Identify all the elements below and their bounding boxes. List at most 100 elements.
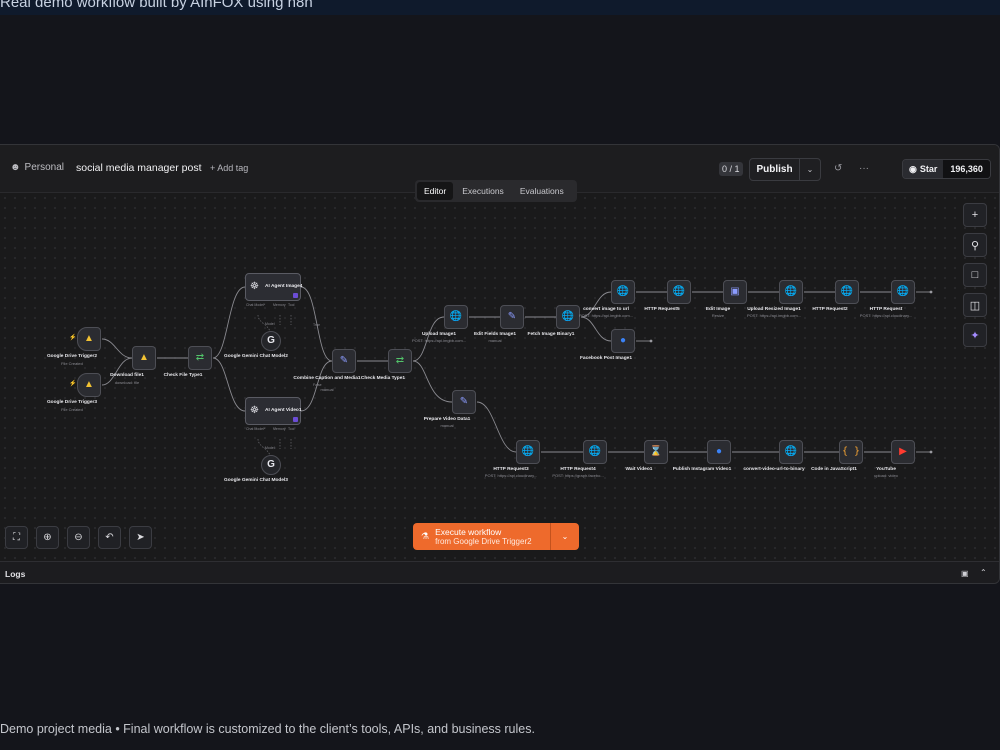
combine-caption-node[interactable]: ✎ xyxy=(332,349,356,373)
http-request4-node[interactable]: 🌐 xyxy=(583,440,607,464)
undo-button[interactable]: ↶ xyxy=(98,526,121,549)
http-request4-sub: POST: https://graph.facebo... xyxy=(552,473,604,478)
http-request2-node[interactable]: 🌐 xyxy=(835,280,859,304)
workflow-canvas[interactable]: ⚡ ▲ Google Drive Trigger2 File Created ⚡… xyxy=(0,193,999,561)
fetch-image-binary1-label: Fetch Image Binary1 xyxy=(527,332,575,337)
youtube-node[interactable]: ▶ xyxy=(891,440,915,464)
fit-view-button[interactable]: ⛶ xyxy=(5,526,28,549)
ai-agent-image-node[interactable]: ☸ AI Agent Image4 xyxy=(245,273,302,301)
code-braces-icon: { } xyxy=(841,446,861,457)
prepare-video-data-label: Prepare Video Data1 xyxy=(423,417,471,422)
panel-icon: ◫ xyxy=(969,299,981,312)
chevron-down-icon[interactable]: ⌄ xyxy=(800,165,820,174)
youtube-icon: ▶ xyxy=(899,446,907,457)
zoom-out-button[interactable]: ⊖ xyxy=(67,526,90,549)
globe-icon: 🌐 xyxy=(588,446,602,457)
upload-resized-image-sub: POST: https://api.imgbb.com... xyxy=(746,313,802,318)
top-banner: Real demo workflow built by AInFOX using… xyxy=(0,0,1000,15)
google-icon: G xyxy=(267,459,275,470)
workflow-title[interactable]: social media manager post xyxy=(76,162,201,174)
execute-workflow-button[interactable]: ⚗ Execute workflow from Google Drive Tri… xyxy=(413,523,579,550)
google-drive-trigger2-node[interactable]: ▲ xyxy=(77,327,101,351)
chat-model-port: Chat Model* xyxy=(246,427,266,431)
screenshot-root: Real demo workflow built by AInFOX using… xyxy=(0,0,1000,750)
google-drive-icon: ▲ xyxy=(139,352,149,363)
search-nodes-button[interactable]: ⚲ xyxy=(963,233,987,257)
model-sub-label: Model xyxy=(265,446,275,450)
view-tabs: Editor Executions Evaluations xyxy=(415,180,577,202)
check-file-type1-node[interactable]: ⇄ xyxy=(188,346,212,370)
facebook-post-image-node[interactable]: ● xyxy=(611,329,635,353)
gemini-model2-node[interactable]: G xyxy=(261,331,281,351)
code-js1-node[interactable]: { } xyxy=(839,440,863,464)
image-icon: ▣ xyxy=(730,286,740,297)
github-star-button[interactable]: ◉ Star xyxy=(903,160,944,178)
facebook-icon: ● xyxy=(619,335,627,346)
cursor-icon: ➤ xyxy=(136,532,145,543)
ai-agent-video-label: AI Agent Video1 xyxy=(265,408,302,413)
http-request5-node[interactable]: 🌐 xyxy=(667,280,691,304)
popout-icon[interactable]: ▣ xyxy=(961,569,969,578)
execute-text: Execute workflow from Google Drive Trigg… xyxy=(435,527,531,547)
chevron-down-icon[interactable]: ⌄ xyxy=(551,523,579,550)
facebook-icon: ● xyxy=(715,446,723,457)
http-request-label: HTTP Request xyxy=(869,307,903,312)
panel-toggle-button[interactable]: ◫ xyxy=(963,293,987,317)
edit-icon: ✎ xyxy=(459,396,469,407)
youtube-sub: upload: video xyxy=(874,473,898,478)
edge-true-label: True xyxy=(313,323,321,327)
convert-image-url-node[interactable]: 🌐 xyxy=(611,280,635,304)
robot-icon: ☸ xyxy=(250,281,259,292)
n8n-editor-window: ☻ Personal social media manager post + A… xyxy=(0,144,1000,584)
edit-fields-image1-node[interactable]: ✎ xyxy=(500,305,524,329)
switch-icon: ⇄ xyxy=(195,352,205,363)
http-request-node[interactable]: 🌐 xyxy=(891,280,915,304)
upload-resized-image-node[interactable]: 🌐 xyxy=(779,280,803,304)
ai-assistant-button[interactable]: ✦ xyxy=(963,323,987,347)
add-tag-button[interactable]: + Add tag xyxy=(210,163,248,173)
add-node-button[interactable]: + xyxy=(963,203,987,227)
download-file1-node[interactable]: ▲ xyxy=(132,346,156,370)
breadcrumb[interactable]: ☻ Personal xyxy=(10,162,64,173)
gemini-model3-node[interactable]: G xyxy=(261,455,281,475)
prepare-video-data-node[interactable]: ✎ xyxy=(452,390,476,414)
logs-bar[interactable]: Logs ▣ ⌃ xyxy=(0,561,999,583)
upload-image1-node[interactable]: 🌐 xyxy=(444,305,468,329)
convert-video-url-node[interactable]: 🌐 xyxy=(779,440,803,464)
flask-icon: ⚗ xyxy=(421,531,430,541)
globe-icon: 🌐 xyxy=(672,286,686,297)
execute-main[interactable]: ⚗ Execute workflow from Google Drive Tri… xyxy=(413,523,551,550)
globe-icon: 🌐 xyxy=(521,446,535,457)
download-file1-sub: download: file xyxy=(114,380,140,385)
http-request-sub: POST: https://api.cloudinary... xyxy=(859,313,913,318)
tab-editor[interactable]: Editor xyxy=(417,182,454,200)
tab-evaluations[interactable]: Evaluations xyxy=(513,182,571,200)
zoom-in-button[interactable]: ⊕ xyxy=(36,526,59,549)
publish-instagram-video-node[interactable]: ● xyxy=(707,440,731,464)
sticky-note-button[interactable]: □ xyxy=(963,263,987,287)
execute-title: Execute workflow xyxy=(435,526,502,537)
edit-image-node[interactable]: ▣ xyxy=(723,280,747,304)
http-request3-node[interactable]: 🌐 xyxy=(516,440,540,464)
wait-video1-node[interactable]: ⌛ xyxy=(644,440,668,464)
publish-label: Publish xyxy=(750,159,800,180)
tool-port: Tool xyxy=(288,303,295,307)
user-icon: ☻ xyxy=(10,162,21,173)
check-media-type-node[interactable]: ⇄ xyxy=(388,349,412,373)
canvas-zoom-toolbar: ⛶ ⊕ ⊖ ↶ ➤ xyxy=(5,526,152,549)
youtube-label: YouTube xyxy=(876,467,896,472)
publish-button[interactable]: Publish ⌄ xyxy=(749,158,821,181)
ai-agent-video-node[interactable]: ☸ AI Agent Video1 xyxy=(245,397,302,425)
more-options-icon[interactable]: ··· xyxy=(859,163,869,174)
tab-executions[interactable]: Executions xyxy=(455,182,511,200)
history-icon[interactable]: ↺ xyxy=(834,163,842,174)
edit-fields-image1-sub: manual xyxy=(488,338,502,343)
banner-text: Real demo workflow built by AInFOX using… xyxy=(0,0,313,11)
tidy-up-button[interactable]: ➤ xyxy=(129,526,152,549)
search-icon: ⚲ xyxy=(970,239,980,252)
hourglass-icon: ⌛ xyxy=(649,446,663,457)
github-star-label: Star xyxy=(919,164,938,174)
github-star-widget[interactable]: ◉ Star 196,360 xyxy=(902,159,991,179)
google-drive-trigger3-label: Google Drive Trigger3 xyxy=(46,400,98,405)
chevron-up-icon[interactable]: ⌃ xyxy=(980,568,987,577)
